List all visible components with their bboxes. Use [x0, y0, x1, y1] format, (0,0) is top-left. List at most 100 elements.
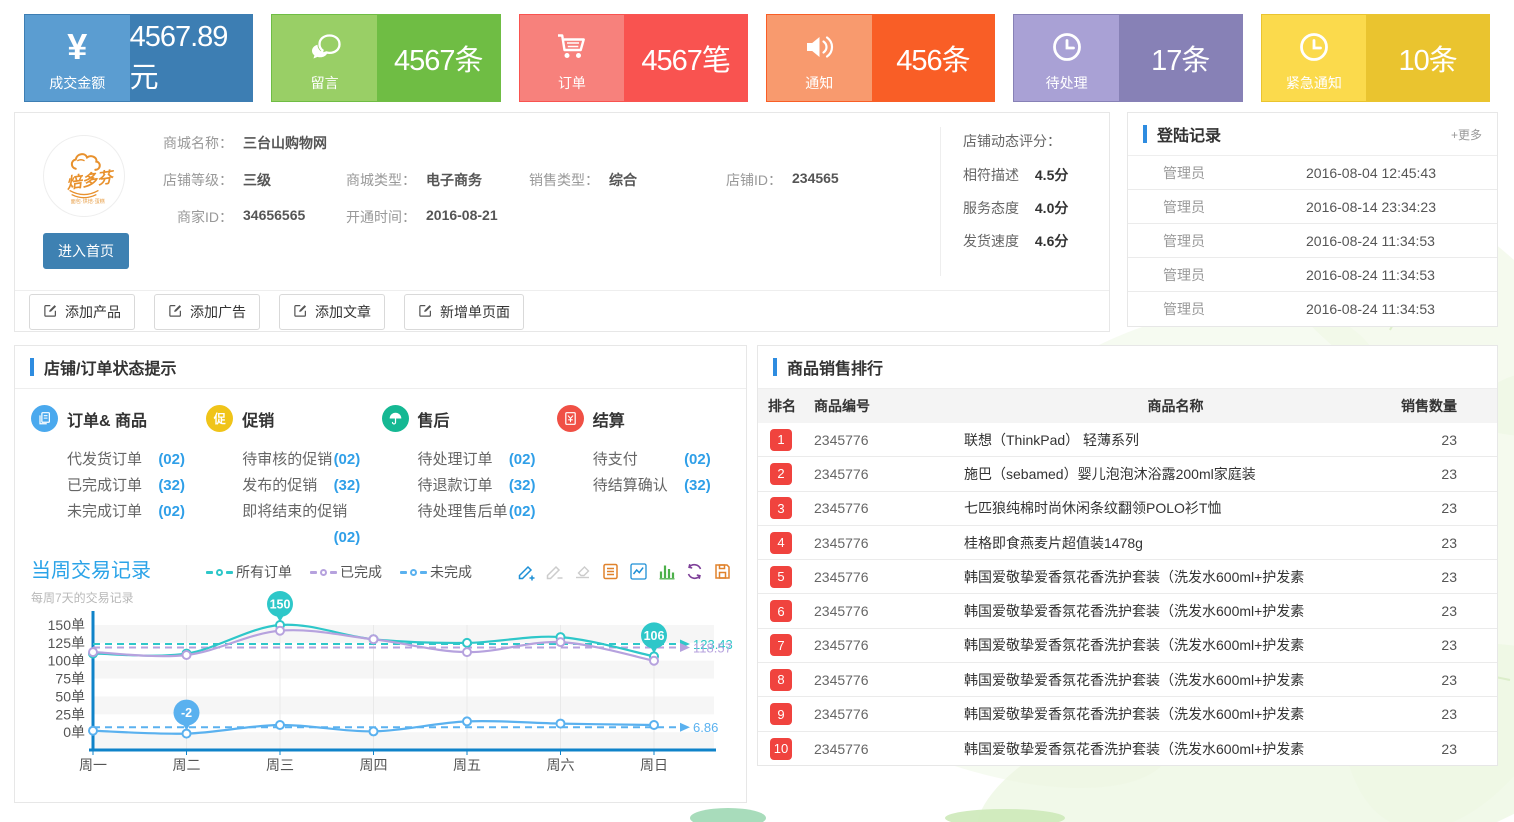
status-item[interactable]: 未完成订单 (02) — [67, 499, 185, 525]
login-record-row: 管理员 2016-08-24 11:34:53 — [1128, 258, 1497, 292]
stat-card-value: 4567条 — [377, 15, 500, 101]
rank-badge: 3 — [770, 497, 792, 519]
rating-row: 发货速度 4.6分 — [963, 231, 1109, 251]
quick-action-button[interactable]: 添加产品 — [29, 294, 135, 330]
bar-chart-icon[interactable] — [657, 562, 676, 581]
ranking-table-row: 10 2345776 韩国爱敬挚爱香氛花香洗护套装（洗发水600ml+护发素 2… — [758, 732, 1497, 766]
chat-icon — [307, 27, 343, 67]
edit-icon — [168, 303, 183, 321]
svg-text:150单: 150单 — [48, 617, 85, 633]
stat-card-value: 4567笔 — [624, 15, 747, 101]
svg-text:75单: 75单 — [55, 671, 85, 687]
promo-icon: 促 — [206, 405, 233, 432]
login-record-row: 管理员 2016-08-04 12:45:43 — [1128, 156, 1497, 190]
status-group: 订单& 商品 代发货订单 (02) 已完成订单 (32) 未完成订单 (02) — [31, 405, 206, 551]
status-item[interactable]: 即将结束的促销 (02) — [242, 499, 360, 551]
mark-remove-icon[interactable] — [545, 562, 564, 581]
svg-text:焙多芬: 焙多芬 — [64, 168, 116, 193]
status-group-title: 订单& 商品 — [67, 407, 147, 431]
status-item[interactable]: 待结算确认 (32) — [593, 473, 711, 499]
rank-badge: 9 — [770, 703, 792, 725]
legend-item[interactable]: 未完成 — [400, 562, 472, 582]
rank-badge: 5 — [770, 566, 792, 588]
status-item[interactable]: 待退款订单 (32) — [418, 473, 536, 499]
status-group: 售后 待处理订单 (02) 待退款订单 (32) 待处理售后单 (02) — [382, 405, 557, 551]
weekly-transactions-chart: 0单25单50单75单100单125单150单周一周二周三周四周五周六周日123… — [23, 589, 733, 789]
enter-home-button[interactable]: 进入首页 — [43, 233, 129, 269]
login-record-row: 管理员 2016-08-24 11:34:53 — [1128, 224, 1497, 258]
quick-action-button[interactable]: 添加文章 — [279, 294, 385, 330]
stat-cards-row: ¥ 成交金额 4567.89元 留言 4567条 订单 4567笔 通知 456… — [24, 14, 1490, 102]
product-name-link[interactable]: 韩国爱敬挚爱香氛花香洗护套装（洗发水600ml+护发素 — [964, 739, 1387, 759]
product-name-link[interactable]: 施巴（sebamed）婴儿泡泡沐浴露200ml家庭装 — [964, 464, 1387, 484]
edit-icon — [293, 303, 308, 321]
more-link[interactable]: +更多 — [1451, 126, 1482, 143]
svg-text:100单: 100单 — [48, 653, 85, 669]
status-item[interactable]: 代发货订单 (02) — [67, 447, 185, 473]
svg-text:周五: 周五 — [453, 757, 481, 773]
svg-text:周三: 周三 — [266, 757, 294, 773]
svg-text:118.57: 118.57 — [693, 640, 732, 655]
login-panel-title: 登陆记录 — [1157, 122, 1221, 146]
rank-badge: 4 — [770, 532, 792, 554]
yen-icon: ¥ — [67, 27, 87, 67]
status-group: 促 促销 待审核的促销 (02) 发布的促销 (32) 即将结束的促销 (02) — [206, 405, 381, 551]
shop-field: 店铺ID： 234565 — [704, 170, 887, 190]
product-name-link[interactable]: 联想（ThinkPad） 轻薄系列 — [964, 430, 1387, 450]
shop-field: 商城名称： 三台山购物网 — [155, 133, 338, 153]
rank-badge: 6 — [770, 600, 792, 622]
status-group: 结算 待支付 (02) 待结算确认 (32) — [557, 405, 732, 551]
status-item[interactable]: 待审核的促销 (02) — [242, 447, 360, 473]
stat-card-value: 17条 — [1119, 15, 1242, 101]
product-name-link[interactable]: 韩国爱敬挚爱香氛花香洗护套装（洗发水600ml+护发素 — [964, 670, 1387, 690]
line-chart-icon[interactable] — [629, 562, 648, 581]
svg-text:周四: 周四 — [360, 757, 388, 773]
status-item[interactable]: 待处理订单 (02) — [418, 447, 536, 473]
stat-card: 通知 456条 — [766, 14, 995, 102]
ranking-table-row: 1 2345776 联想（ThinkPad） 轻薄系列 23 — [758, 423, 1497, 457]
mark-add-icon[interactable] — [517, 562, 536, 581]
ranking-table-header: 排名 商品编号 商品名称 销售数量 — [758, 389, 1497, 423]
quick-action-button[interactable]: 添加广告 — [154, 294, 260, 330]
shop-logo: 焙多芬 面包·烘焙·蛋糕 — [43, 135, 125, 217]
status-item[interactable]: 待处理售后单 (02) — [418, 499, 536, 525]
stat-card-label: 留言 — [311, 73, 339, 93]
restore-icon[interactable] — [685, 562, 704, 581]
status-panel: 店铺/订单状态提示 订单& 商品 代发货订单 (02) 已完成订单 (32) 未… — [14, 345, 747, 803]
status-item[interactable]: 发布的促销 (32) — [242, 473, 360, 499]
product-name-link[interactable]: 七匹狼纯棉时尚休闲条纹翻领POLO衫T恤 — [964, 498, 1387, 518]
shop-field: 销售类型： 综合 — [521, 170, 704, 190]
stat-card-value: 10条 — [1366, 15, 1489, 101]
svg-text:周六: 周六 — [547, 757, 575, 773]
stat-card-label: 通知 — [805, 73, 833, 93]
product-name-link[interactable]: 韩国爱敬挚爱香氛花香洗护套装（洗发水600ml+护发素 — [964, 704, 1387, 724]
stat-card-label: 紧急通知 — [1286, 73, 1342, 93]
stat-card: 订单 4567笔 — [519, 14, 748, 102]
legend-item[interactable]: 所有订单 — [206, 562, 292, 582]
product-name-link[interactable]: 韩国爱敬挚爱香氛花香洗护套装（洗发水600ml+护发素 — [964, 567, 1387, 587]
data-view-icon[interactable] — [601, 562, 620, 581]
product-name-link[interactable]: 桂格即食燕麦片超值装1478g — [964, 533, 1387, 553]
status-item[interactable]: 已完成订单 (32) — [67, 473, 185, 499]
legend-item[interactable]: 已完成 — [310, 562, 382, 582]
product-name-link[interactable]: 韩国爱敬挚爱香氛花香洗护套装（洗发水600ml+护发素 — [964, 635, 1387, 655]
rank-badge: 10 — [770, 738, 792, 760]
title-accent-bar — [1143, 125, 1147, 143]
status-group-title: 结算 — [593, 407, 625, 431]
stat-card: 紧急通知 10条 — [1261, 14, 1490, 102]
quick-action-button[interactable]: 新增单页面 — [404, 294, 524, 330]
stat-card: ¥ 成交金额 4567.89元 — [24, 14, 253, 102]
stat-card-value: 4567.89元 — [130, 15, 253, 101]
status-group-title: 售后 — [418, 407, 450, 431]
svg-text:周一: 周一 — [79, 757, 107, 773]
ranking-table-row: 2 2345776 施巴（sebamed）婴儿泡泡沐浴露200ml家庭装 23 — [758, 457, 1497, 491]
shop-fields: 商城名称： 三台山购物网 店铺等级： 三级 商城类型： 电子商务 销售类型： 综… — [155, 133, 935, 244]
svg-text:周日: 周日 — [640, 757, 668, 773]
stat-card-label: 订单 — [558, 73, 586, 93]
mark-clear-icon[interactable] — [573, 562, 592, 581]
status-item[interactable]: 待支付 (02) — [593, 447, 711, 473]
product-name-link[interactable]: 韩国爱敬挚爱香氛花香洗护套装（洗发水600ml+护发素 — [964, 601, 1387, 621]
save-image-icon[interactable] — [713, 562, 732, 581]
shop-field: 开通时间： 2016-08-21 — [338, 207, 521, 227]
ranking-table-row: 7 2345776 韩国爱敬挚爱香氛花香洗护套装（洗发水600ml+护发素 23 — [758, 629, 1497, 663]
